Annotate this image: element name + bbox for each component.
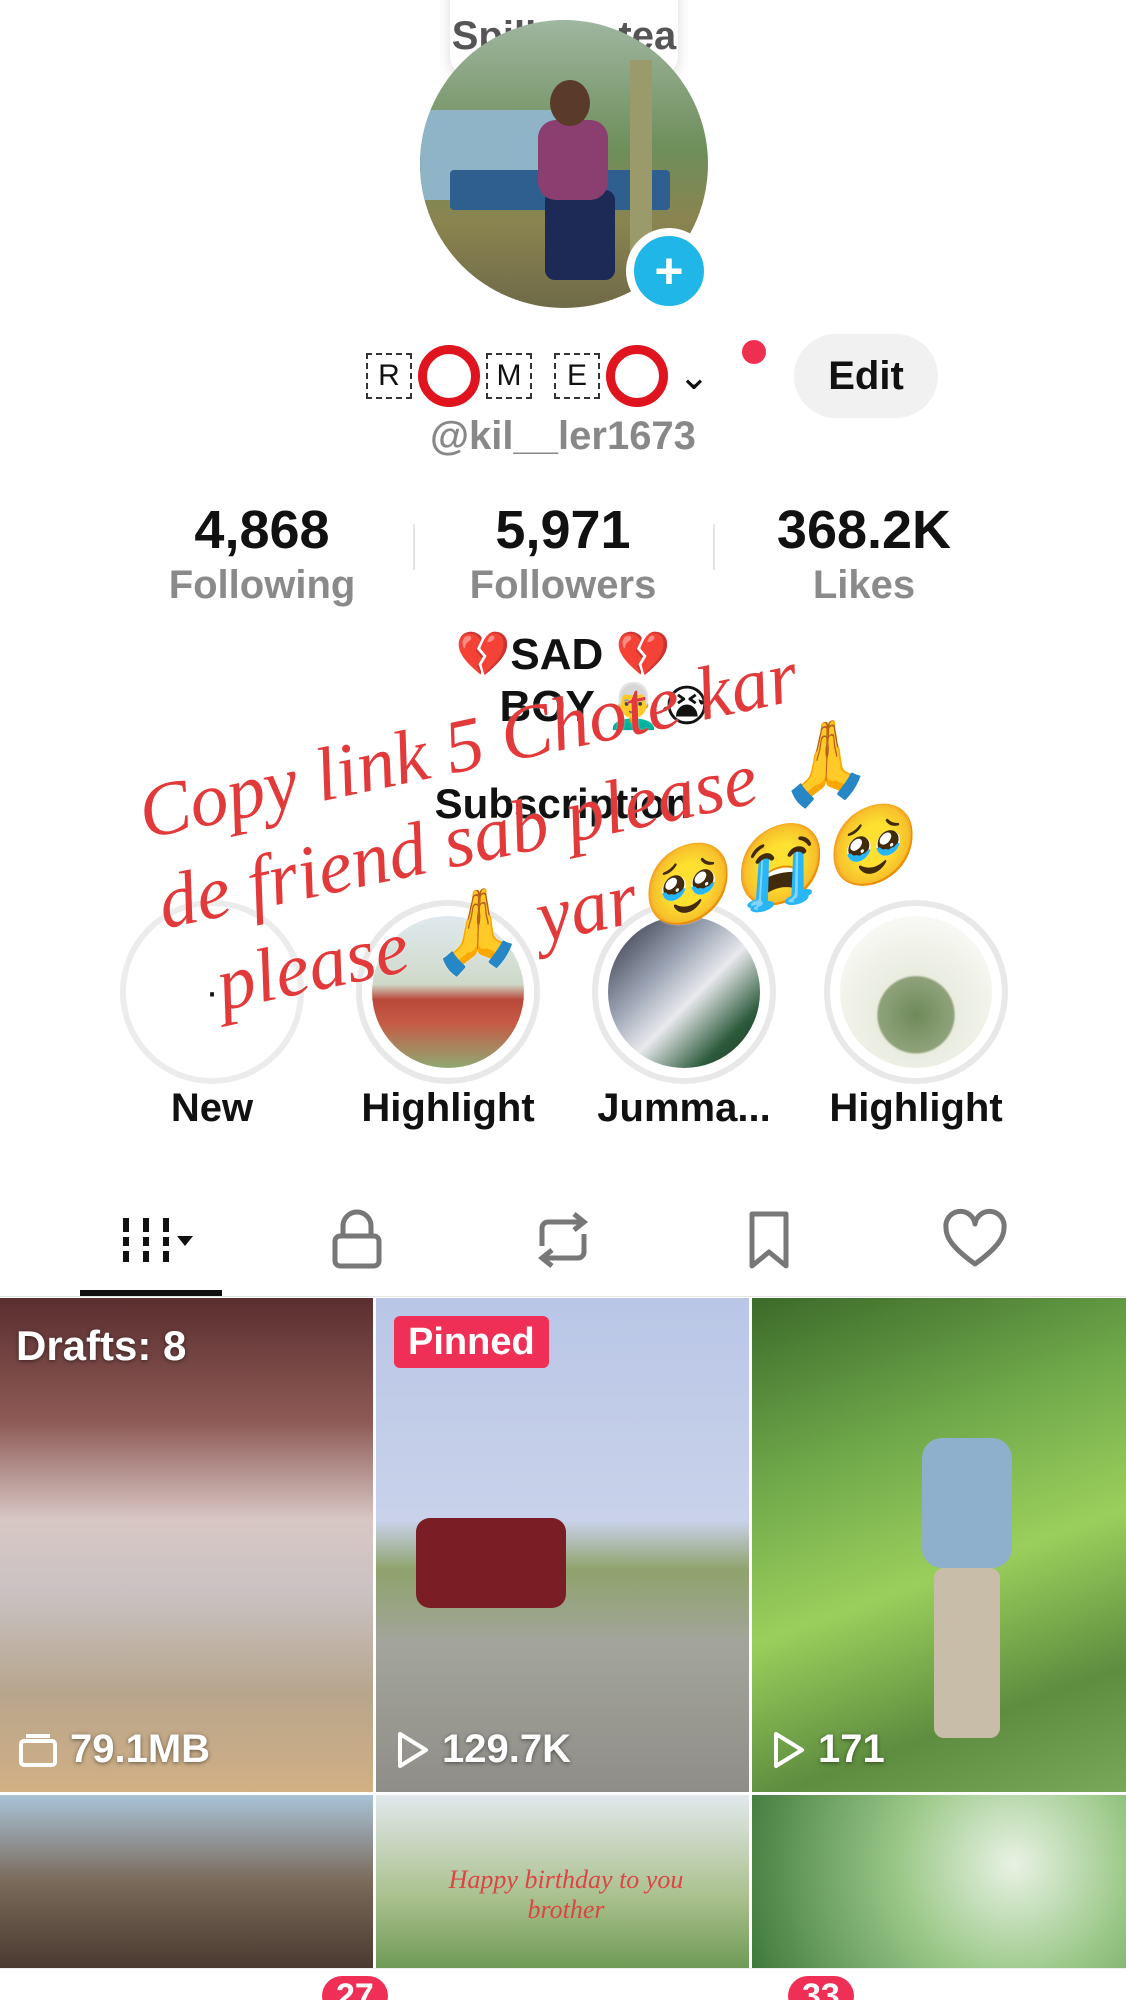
- highlight-label: Jumma...: [597, 1086, 771, 1130]
- tab-reposts[interactable]: [503, 1200, 623, 1280]
- avatar-person-body: [538, 120, 608, 200]
- pinned-badge: Pinned: [394, 1316, 549, 1368]
- tab-videos-grid[interactable]: [90, 1200, 210, 1280]
- view-count: 129.7K: [394, 1727, 571, 1772]
- red-circle-icon: [606, 345, 668, 407]
- bio-line-1: 💔SAD 💔: [455, 630, 671, 679]
- username-handle: @kil__ler1673: [430, 414, 696, 458]
- play-icon: [774, 1731, 804, 1768]
- highlight-label: Highlight: [829, 1086, 1003, 1130]
- highlight-item[interactable]: [356, 900, 540, 1084]
- drafts-size: 79.1MB: [18, 1727, 210, 1772]
- lock-icon: [332, 1209, 382, 1269]
- repost-icon: [537, 1212, 589, 1268]
- display-name[interactable]: R M E ⌄: [366, 340, 710, 412]
- person-pants: [934, 1568, 1000, 1738]
- person-shirt: [922, 1438, 1012, 1568]
- tabs-divider: [0, 1296, 1126, 1297]
- stat-likes-value: 368.2K: [776, 500, 952, 560]
- tab-favorites[interactable]: [709, 1200, 829, 1280]
- video-thumbnail-drafts[interactable]: Drafts: 8 79.1MB: [0, 1298, 373, 1792]
- stat-following-label: Following: [168, 563, 356, 607]
- add-story-button[interactable]: +: [626, 228, 712, 314]
- inbox-badge: 27: [322, 1976, 388, 2000]
- edit-profile-button[interactable]: Edit: [794, 334, 938, 418]
- stat-following-value: 4,868: [194, 500, 330, 560]
- highlight-item[interactable]: [824, 900, 1008, 1084]
- stat-likes-label: Likes: [812, 563, 916, 607]
- name-letter-m: M: [486, 353, 532, 399]
- name-letter-e: E: [554, 353, 600, 399]
- plus-icon: ·: [136, 916, 288, 1068]
- grid-icon: [117, 1218, 193, 1262]
- highlight-thumbnail: [608, 916, 760, 1068]
- avatar-person-head: [550, 80, 590, 126]
- name-letter-r: R: [366, 353, 412, 399]
- bottom-navigation: [0, 1968, 1126, 2000]
- plus-icon: +: [654, 243, 684, 299]
- stat-followers[interactable]: 5,971 Followers: [413, 498, 713, 608]
- drafts-icon: [19, 1733, 57, 1767]
- view-count: 171: [770, 1727, 885, 1772]
- drafts-size-text: 79.1MB: [70, 1727, 211, 1771]
- chevron-down-icon[interactable]: ⌄: [678, 354, 710, 399]
- highlight-thumbnail: [372, 916, 524, 1068]
- messages-badge: 33: [788, 1976, 854, 2000]
- highlight-label: Highlight: [361, 1086, 535, 1130]
- highlight-thumbnail: [840, 916, 992, 1068]
- stat-likes[interactable]: 368.2K Likes: [714, 498, 1014, 608]
- tab-private[interactable]: [297, 1200, 417, 1280]
- highlight-label: New: [170, 1086, 254, 1130]
- stat-followers-value: 5,971: [495, 500, 631, 560]
- stat-following[interactable]: 4,868 Following: [112, 498, 412, 608]
- video-thumbnail[interactable]: [0, 1795, 373, 1968]
- thumbnail-caption: Happy birthday to you brother: [448, 1865, 684, 1924]
- video-thumbnail[interactable]: 171: [752, 1298, 1126, 1792]
- bookmark-icon: [749, 1211, 789, 1269]
- view-count-text: 171: [818, 1727, 885, 1771]
- car-shape: [416, 1518, 566, 1608]
- subscription-link[interactable]: Subscription: [0, 780, 1126, 828]
- tab-liked[interactable]: [915, 1200, 1035, 1280]
- play-icon: [398, 1731, 428, 1768]
- notification-dot: [742, 340, 766, 364]
- heart-icon: [943, 1208, 1007, 1267]
- drafts-badge: Drafts: 8: [16, 1322, 187, 1369]
- avatar-pole: [630, 60, 652, 260]
- highlight-new[interactable]: ·: [120, 900, 304, 1084]
- avatar-person-legs: [545, 190, 615, 280]
- video-thumbnail[interactable]: [752, 1795, 1126, 1968]
- bio-line-2: BOY 👨‍🦳😭: [499, 682, 713, 731]
- view-count-text: 129.7K: [442, 1727, 571, 1771]
- video-thumbnail-pinned[interactable]: Pinned 129.7K: [376, 1298, 749, 1792]
- red-circle-icon: [418, 345, 480, 407]
- video-thumbnail[interactable]: Happy birthday to you brother: [376, 1795, 749, 1968]
- stat-followers-label: Followers: [469, 563, 657, 607]
- highlight-jumma[interactable]: [592, 900, 776, 1084]
